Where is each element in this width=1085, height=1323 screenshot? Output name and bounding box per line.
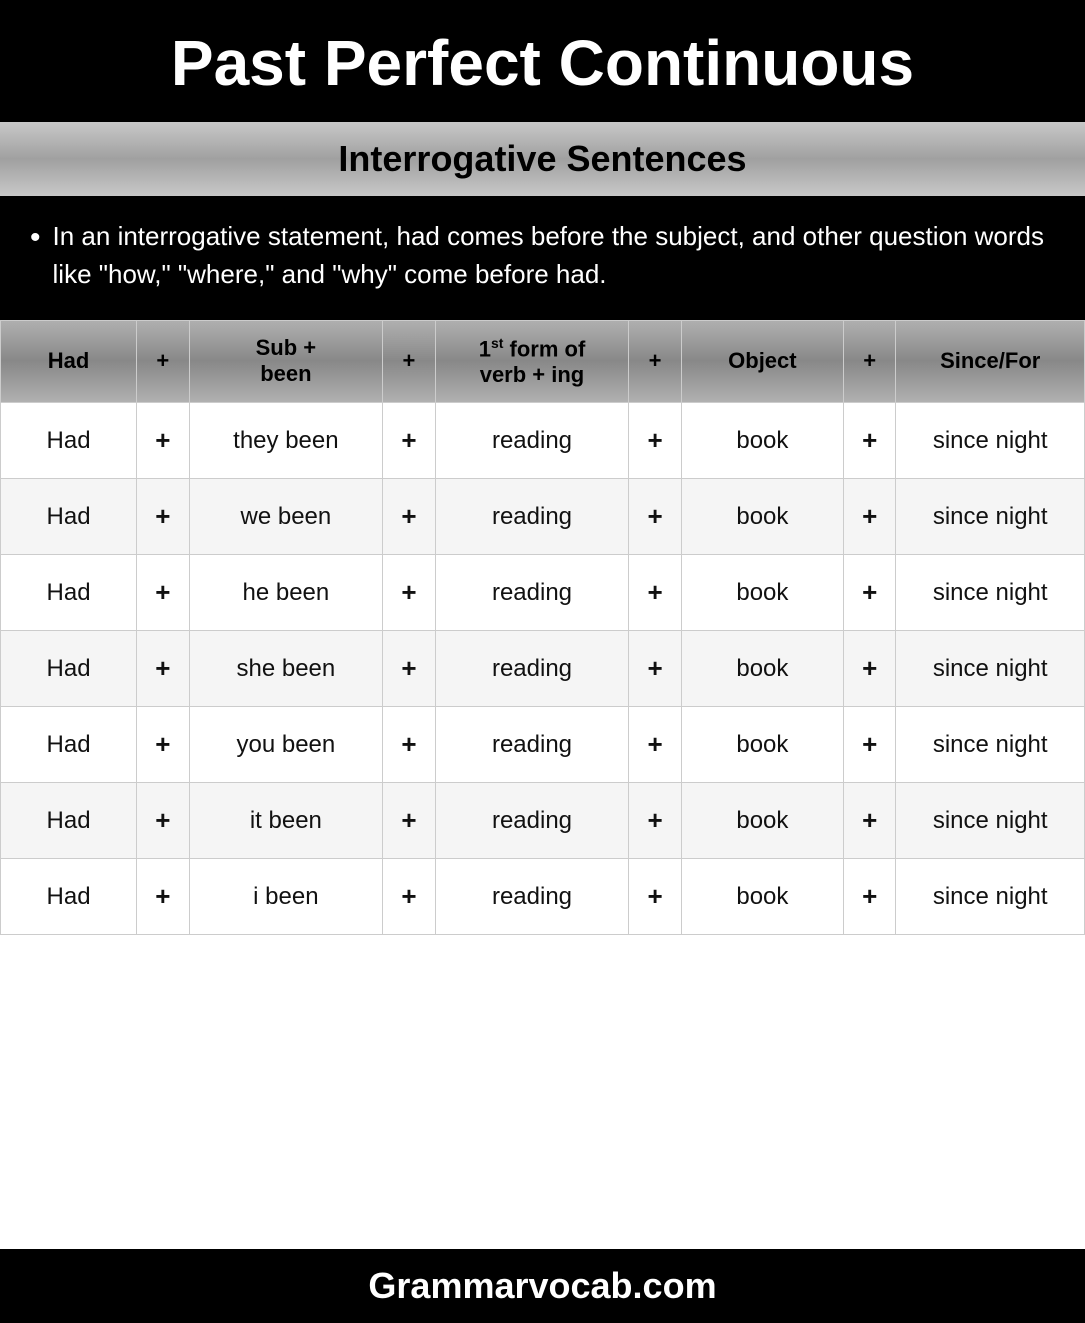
cell-plus2: + xyxy=(383,555,435,631)
header-since: Since/For xyxy=(896,320,1085,402)
cell-plus3: + xyxy=(629,403,681,479)
cell-object: book xyxy=(681,555,843,631)
header-object: Object xyxy=(681,320,843,402)
header-plus4: + xyxy=(844,320,896,402)
table-body: Had+they been+reading+book+since nightHa… xyxy=(1,403,1085,935)
cell-object: book xyxy=(681,631,843,707)
cell-plus4: + xyxy=(844,555,896,631)
table-row: Had+he been+reading+book+since night xyxy=(1,555,1085,631)
cell-plus3: + xyxy=(629,783,681,859)
header-had: Had xyxy=(1,320,137,402)
cell-verb: reading xyxy=(435,859,629,935)
cell-plus1: + xyxy=(137,555,189,631)
header-plus1: + xyxy=(137,320,189,402)
cell-sub: it been xyxy=(189,783,383,859)
table-row: Had+it been+reading+book+since night xyxy=(1,783,1085,859)
cell-verb: reading xyxy=(435,479,629,555)
cell-object: book xyxy=(681,859,843,935)
cell-plus1: + xyxy=(137,479,189,555)
cell-plus3: + xyxy=(629,707,681,783)
bullet-point: • xyxy=(30,218,41,257)
subtitle-text: Interrogative Sentences xyxy=(20,138,1065,180)
cell-since: since night xyxy=(896,783,1085,859)
table-row: Had+we been+reading+book+since night xyxy=(1,479,1085,555)
cell-since: since night xyxy=(896,403,1085,479)
cell-had: Had xyxy=(1,479,137,555)
cell-plus4: + xyxy=(844,783,896,859)
table-row: Had+i been+reading+book+since night xyxy=(1,859,1085,935)
cell-object: book xyxy=(681,707,843,783)
cell-plus4: + xyxy=(844,631,896,707)
cell-verb: reading xyxy=(435,555,629,631)
cell-plus1: + xyxy=(137,403,189,479)
subtitle-bar: Interrogative Sentences xyxy=(0,122,1085,196)
header-sub: Sub +been xyxy=(189,320,383,402)
grammar-table: Had + Sub +been + 1st form ofverb + ing … xyxy=(0,320,1085,935)
cell-verb: reading xyxy=(435,707,629,783)
cell-since: since night xyxy=(896,479,1085,555)
table-container: Had + Sub +been + 1st form ofverb + ing … xyxy=(0,320,1085,1249)
footer: Grammarvocab.com xyxy=(0,1249,1085,1323)
cell-plus3: + xyxy=(629,479,681,555)
cell-plus2: + xyxy=(383,707,435,783)
cell-plus2: + xyxy=(383,403,435,479)
cell-had: Had xyxy=(1,403,137,479)
cell-verb: reading xyxy=(435,403,629,479)
cell-sub: he been xyxy=(189,555,383,631)
cell-had: Had xyxy=(1,631,137,707)
cell-plus2: + xyxy=(383,479,435,555)
cell-sub: they been xyxy=(189,403,383,479)
table-row: Had+she been+reading+book+since night xyxy=(1,631,1085,707)
description-area: • In an interrogative statement, had com… xyxy=(0,196,1085,319)
cell-object: book xyxy=(681,783,843,859)
cell-had: Had xyxy=(1,783,137,859)
cell-plus1: + xyxy=(137,631,189,707)
cell-sub: you been xyxy=(189,707,383,783)
cell-plus2: + xyxy=(383,859,435,935)
table-row: Had+you been+reading+book+since night xyxy=(1,707,1085,783)
header-plus3: + xyxy=(629,320,681,402)
table-header-row: Had + Sub +been + 1st form ofverb + ing … xyxy=(1,320,1085,402)
cell-sub: i been xyxy=(189,859,383,935)
description-text: • In an interrogative statement, had com… xyxy=(30,218,1055,293)
cell-since: since night xyxy=(896,859,1085,935)
cell-plus2: + xyxy=(383,783,435,859)
cell-since: since night xyxy=(896,555,1085,631)
cell-had: Had xyxy=(1,859,137,935)
cell-plus3: + xyxy=(629,859,681,935)
cell-had: Had xyxy=(1,707,137,783)
header-verb: 1st form ofverb + ing xyxy=(435,320,629,402)
page-title: Past Perfect Continuous xyxy=(20,28,1065,98)
cell-plus4: + xyxy=(844,403,896,479)
cell-since: since night xyxy=(896,707,1085,783)
description-content: In an interrogative statement, had comes… xyxy=(53,218,1055,293)
cell-verb: reading xyxy=(435,783,629,859)
cell-plus3: + xyxy=(629,555,681,631)
cell-object: book xyxy=(681,479,843,555)
header-plus2: + xyxy=(383,320,435,402)
cell-plus4: + xyxy=(844,479,896,555)
cell-had: Had xyxy=(1,555,137,631)
cell-plus4: + xyxy=(844,707,896,783)
cell-plus2: + xyxy=(383,631,435,707)
footer-text: Grammarvocab.com xyxy=(20,1265,1065,1307)
cell-plus4: + xyxy=(844,859,896,935)
cell-verb: reading xyxy=(435,631,629,707)
cell-sub: we been xyxy=(189,479,383,555)
header: Past Perfect Continuous xyxy=(0,0,1085,122)
cell-object: book xyxy=(681,403,843,479)
cell-plus3: + xyxy=(629,631,681,707)
cell-plus1: + xyxy=(137,783,189,859)
cell-sub: she been xyxy=(189,631,383,707)
cell-since: since night xyxy=(896,631,1085,707)
cell-plus1: + xyxy=(137,707,189,783)
table-row: Had+they been+reading+book+since night xyxy=(1,403,1085,479)
cell-plus1: + xyxy=(137,859,189,935)
